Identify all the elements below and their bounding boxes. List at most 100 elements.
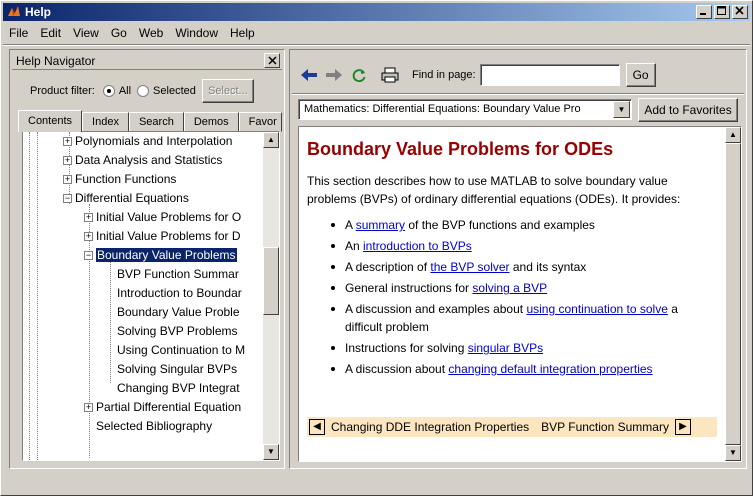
filter-all-radio[interactable] bbox=[102, 85, 115, 97]
window-title: Help bbox=[25, 5, 52, 19]
tree-item[interactable]: − Differential Equations bbox=[63, 189, 189, 208]
link-summary[interactable]: summary bbox=[356, 218, 405, 232]
tab-search[interactable]: Search bbox=[128, 112, 184, 132]
add-to-favorites-button[interactable]: Add to Favorites bbox=[638, 98, 738, 122]
browser-toolbar: Find in page: Go bbox=[298, 62, 656, 88]
filter-selected-label: Selected bbox=[153, 85, 196, 97]
navigator-close-icon[interactable] bbox=[264, 53, 280, 68]
chevron-down-icon[interactable]: ▼ bbox=[613, 101, 630, 118]
tree-connector bbox=[37, 132, 38, 460]
scroll-up-icon[interactable]: ▲ bbox=[263, 132, 279, 148]
list-item: A discussion and examples about using co… bbox=[329, 300, 717, 336]
scroll-down-icon[interactable]: ▼ bbox=[725, 445, 741, 461]
list-item: An introduction to BVPs bbox=[329, 237, 717, 255]
minimize-icon[interactable] bbox=[696, 5, 712, 19]
menu-bar: File Edit View Go Web Window Help bbox=[3, 23, 750, 43]
tab-contents[interactable]: Contents bbox=[18, 110, 83, 132]
list-item: A summary of the BVP functions and examp… bbox=[329, 216, 717, 234]
toolbar-separator bbox=[292, 93, 744, 95]
expand-icon[interactable]: + bbox=[63, 156, 72, 166]
tree-connector bbox=[110, 261, 111, 383]
close-icon[interactable] bbox=[732, 5, 748, 19]
menu-edit[interactable]: Edit bbox=[40, 26, 61, 40]
content-scroll-thumb[interactable] bbox=[725, 143, 741, 445]
link-integration-properties[interactable]: changing default integration properties bbox=[448, 362, 652, 376]
location-dropdown[interactable]: Mathematics: Differential Equations: Bou… bbox=[298, 99, 632, 120]
tree-item[interactable]: Using Continuation to M bbox=[117, 341, 245, 360]
go-button[interactable]: Go bbox=[625, 63, 656, 87]
collapse-icon[interactable]: − bbox=[63, 194, 72, 204]
tree-item[interactable]: + Function Functions bbox=[63, 170, 176, 189]
tree-item[interactable]: BVP Function Summar bbox=[117, 265, 239, 284]
menu-web[interactable]: Web bbox=[139, 26, 163, 40]
maximize-icon[interactable] bbox=[714, 5, 730, 19]
list-item: Instructions for solving singular BVPs bbox=[329, 339, 717, 357]
print-icon[interactable] bbox=[379, 64, 401, 86]
expand-icon[interactable]: + bbox=[84, 232, 93, 242]
tree-item[interactable]: Boundary Value Proble bbox=[117, 303, 240, 322]
expand-icon[interactable]: + bbox=[63, 137, 72, 147]
find-in-page-input[interactable] bbox=[479, 64, 620, 86]
page-navigation-bar: ◀ Changing DDE Integration Properties BV… bbox=[307, 417, 717, 437]
expand-icon[interactable]: + bbox=[84, 213, 93, 223]
content-scrollbar[interactable]: ▲ ▼ bbox=[725, 127, 741, 461]
help-navigator-panel: Help Navigator Product filter: All Selec… bbox=[9, 49, 285, 469]
tree-item[interactable]: + Initial Value Problems for O bbox=[84, 208, 241, 227]
tree-item[interactable]: + Initial Value Problems for D bbox=[84, 227, 241, 246]
scroll-up-icon[interactable]: ▲ bbox=[725, 127, 741, 143]
find-label: Find in page: bbox=[412, 69, 476, 81]
help-content: Boundary Value Problems for ODEs This se… bbox=[299, 127, 725, 461]
menu-go[interactable]: Go bbox=[111, 26, 127, 40]
next-page-link[interactable]: BVP Function Summary bbox=[541, 420, 669, 434]
title-bar[interactable]: Help bbox=[3, 3, 750, 21]
link-introduction[interactable]: introduction to BVPs bbox=[363, 239, 472, 253]
navigator-tabs: Contents Index Search Demos Favor bbox=[18, 110, 282, 132]
tree-item[interactable]: + Data Analysis and Statistics bbox=[63, 151, 222, 170]
previous-page-link[interactable]: Changing DDE Integration Properties bbox=[331, 420, 529, 434]
list-item: A discussion about changing default inte… bbox=[329, 360, 717, 378]
link-solving-bvp[interactable]: solving a BVP bbox=[472, 281, 547, 295]
tab-favorites[interactable]: Favor bbox=[238, 112, 282, 132]
topic-list: A summary of the BVP functions and examp… bbox=[329, 216, 717, 378]
navigator-header: Help Navigator bbox=[12, 52, 282, 70]
tree-scroll-thumb[interactable] bbox=[263, 247, 279, 315]
tree-item[interactable]: Introduction to Boundar bbox=[117, 284, 242, 303]
menu-window[interactable]: Window bbox=[175, 26, 218, 40]
link-bvp-solver[interactable]: the BVP solver bbox=[430, 260, 509, 274]
tree-item[interactable]: Solving BVP Problems bbox=[117, 322, 238, 341]
tree-item[interactable]: + Polynomials and Interpolation bbox=[63, 132, 232, 151]
refresh-icon[interactable] bbox=[348, 64, 370, 86]
tree-item[interactable]: Changing BVP Integrat bbox=[117, 379, 240, 398]
link-singular-bvps[interactable]: singular BVPs bbox=[468, 341, 543, 355]
tree-item[interactable]: Selected Bibliography bbox=[96, 417, 212, 436]
previous-page-icon[interactable]: ◀ bbox=[309, 419, 325, 435]
collapse-icon[interactable]: − bbox=[84, 251, 93, 261]
page-intro: This section describes how to use MATLAB… bbox=[307, 174, 681, 206]
product-filter-label: Product filter: bbox=[30, 85, 95, 97]
filter-selected-radio[interactable] bbox=[137, 85, 150, 97]
tab-demos[interactable]: Demos bbox=[183, 112, 239, 132]
expand-icon[interactable]: + bbox=[84, 403, 93, 413]
select-products-button[interactable]: Select... bbox=[201, 79, 254, 103]
menu-view[interactable]: View bbox=[73, 26, 99, 40]
forward-arrow-icon[interactable] bbox=[323, 64, 345, 86]
menu-separator bbox=[3, 44, 750, 46]
tab-index[interactable]: Index bbox=[82, 112, 129, 132]
tree-scrollbar[interactable]: ▲ ▼ bbox=[263, 132, 279, 460]
help-browser-panel: Find in page: Go Mathematics: Differenti… bbox=[289, 49, 747, 469]
tree-item-selected[interactable]: − Boundary Value Problems bbox=[84, 246, 237, 265]
contents-tree-frame: + Polynomials and Interpolation + Data Ana… bbox=[22, 131, 280, 461]
tree-item[interactable]: Solving Singular BVPs bbox=[117, 360, 237, 379]
link-continuation[interactable]: using continuation to solve bbox=[526, 302, 667, 316]
back-arrow-icon[interactable] bbox=[298, 64, 320, 86]
tree-item[interactable]: + Partial Differential Equation bbox=[84, 398, 241, 417]
menu-help[interactable]: Help bbox=[230, 26, 255, 40]
expand-icon[interactable]: + bbox=[63, 175, 72, 185]
help-window: Help File Edit View Go Web Window Help H… bbox=[0, 0, 753, 496]
list-item: A description of the BVP solver and its … bbox=[329, 258, 717, 276]
menu-file[interactable]: File bbox=[9, 26, 28, 40]
matlab-icon bbox=[8, 6, 20, 16]
filter-all-label: All bbox=[118, 85, 132, 97]
scroll-down-icon[interactable]: ▼ bbox=[263, 444, 279, 460]
next-page-icon[interactable]: ▶ bbox=[674, 419, 691, 435]
